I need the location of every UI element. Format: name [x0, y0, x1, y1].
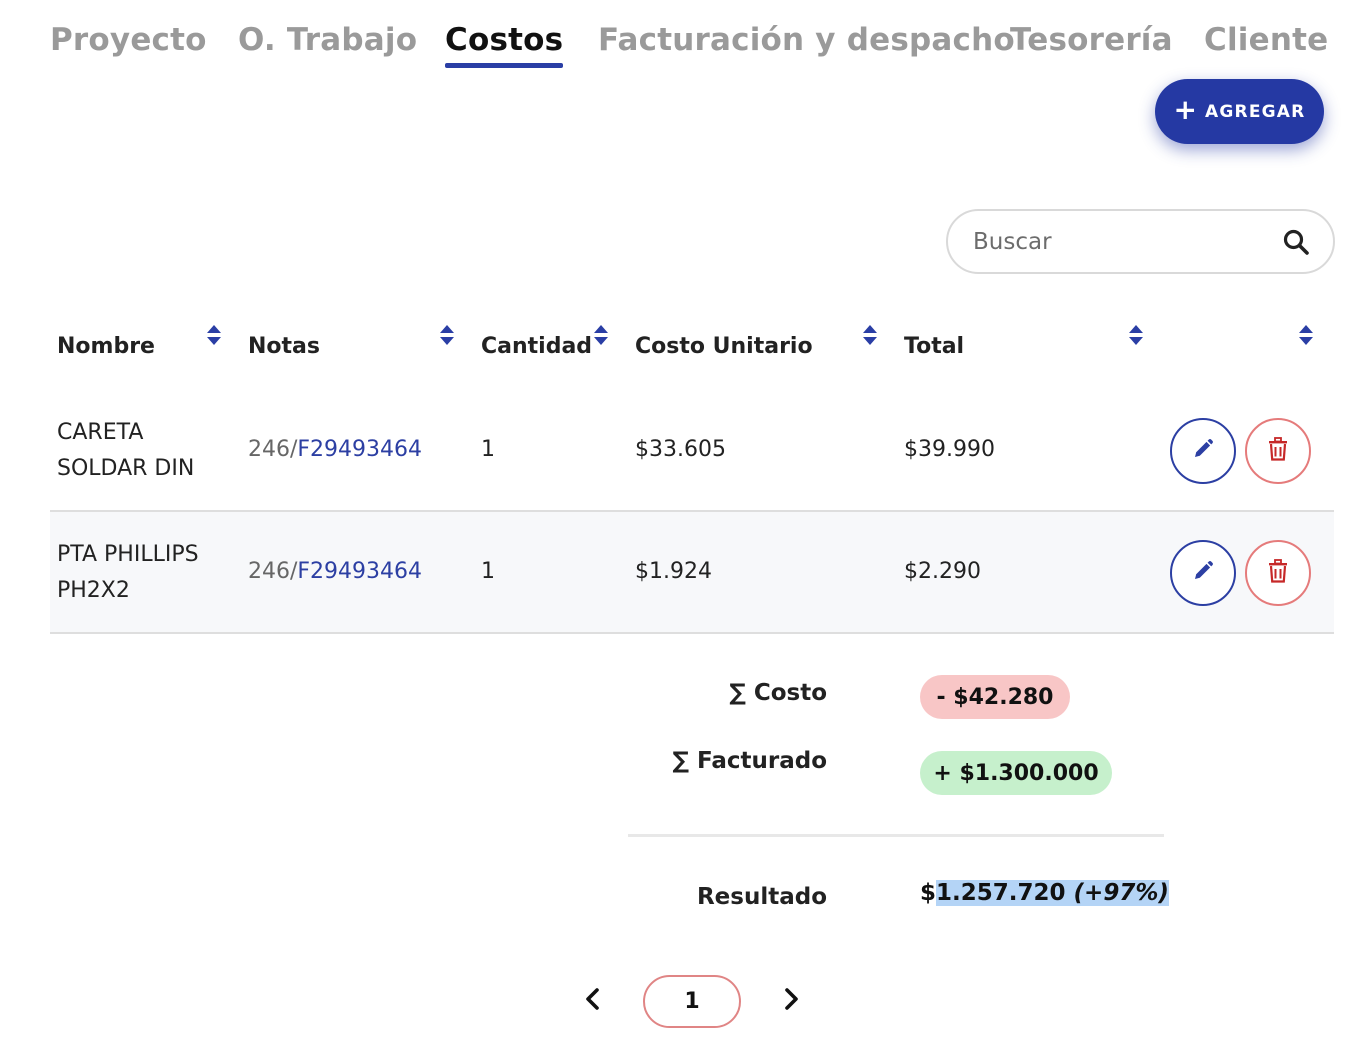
result-currency: $	[920, 880, 937, 906]
cell-total: $39.990	[904, 437, 995, 462]
sort-actions-icon[interactable]	[1298, 325, 1314, 349]
notes-prefix: 246/	[248, 437, 298, 462]
pencil-icon	[1191, 559, 1215, 587]
cell-costo-unitario: $33.605	[635, 437, 726, 462]
edit-button[interactable]	[1170, 418, 1236, 484]
notes-invoice-link[interactable]: F29493464	[297, 437, 422, 462]
pagination-page-button[interactable]: 1	[643, 975, 741, 1028]
column-header-cantidad: Cantidad	[481, 334, 593, 359]
cell-notas: 246/F29493464	[248, 437, 422, 462]
edit-button[interactable]	[1170, 540, 1236, 606]
result-selected-text: 1.257.720 (+97%)	[936, 880, 1169, 906]
sort-total-icon[interactable]	[1128, 325, 1144, 349]
tab-tesoreria[interactable]: Tesorería	[1010, 22, 1173, 58]
cell-nombre: PTA PHILLIPS PH2X2	[57, 542, 199, 603]
cell-nombre: CARETA SOLDAR DIN	[57, 420, 195, 481]
summary-cost-value: - $42.280	[920, 675, 1070, 719]
search-box	[946, 209, 1335, 274]
pagination-next-button[interactable]	[776, 986, 806, 1016]
table-header: Nombre Notas Cantidad Costo Unitario Tot…	[50, 320, 1334, 380]
summary-cost-label: ∑ Costo	[729, 680, 827, 706]
add-button[interactable]: + AGREGAR	[1155, 79, 1324, 144]
add-button-label: AGREGAR	[1205, 101, 1306, 122]
summary-billed-value: + $1.300.000	[920, 751, 1112, 795]
delete-button[interactable]	[1245, 540, 1311, 606]
chevron-right-icon	[781, 987, 801, 1015]
tab-costos[interactable]: Costos	[445, 22, 564, 68]
summary-result-value: $1.257.720 (+97%)	[920, 880, 1169, 906]
column-header-nombre: Nombre	[57, 334, 155, 359]
table-row: CARETA SOLDAR DIN 246/F29493464 1 $33.60…	[50, 390, 1334, 512]
tab-orden-trabajo[interactable]: O. Trabajo	[238, 22, 417, 58]
pagination-prev-button[interactable]	[578, 986, 608, 1016]
tab-facturacion-despacho[interactable]: Facturación y despacho	[598, 22, 1015, 58]
search-icon[interactable]	[1281, 227, 1311, 257]
summary-divider	[628, 834, 1164, 837]
delete-button[interactable]	[1245, 418, 1311, 484]
notes-prefix: 246/	[248, 559, 298, 584]
column-header-costo-unitario: Costo Unitario	[635, 334, 813, 359]
sort-nombre-icon[interactable]	[206, 325, 222, 349]
plus-icon: +	[1173, 93, 1198, 126]
summary-billed-label: ∑ Facturado	[672, 748, 827, 774]
chevron-left-icon	[583, 987, 603, 1015]
trash-icon	[1267, 437, 1289, 465]
cell-total: $2.290	[904, 559, 981, 584]
search-input[interactable]	[973, 228, 1281, 255]
sort-costo-unitario-icon[interactable]	[862, 325, 878, 349]
result-amount: 1.257.720	[936, 880, 1066, 906]
table-row: PTA PHILLIPS PH2X2 246/F29493464 1 $1.92…	[50, 512, 1334, 634]
cell-cantidad: 1	[481, 559, 495, 584]
cell-costo-unitario: $1.924	[635, 559, 712, 584]
sort-notas-icon[interactable]	[439, 325, 455, 349]
cell-cantidad: 1	[481, 437, 495, 462]
summary-result-label: Resultado	[696, 884, 827, 910]
cell-notas: 246/F29493464	[248, 559, 422, 584]
column-header-total: Total	[904, 334, 965, 359]
trash-icon	[1267, 559, 1289, 587]
result-percent: (+97%)	[1073, 880, 1169, 906]
column-header-notas: Notas	[248, 334, 320, 359]
notes-invoice-link[interactable]: F29493464	[297, 559, 422, 584]
tab-cliente[interactable]: Cliente	[1204, 22, 1328, 58]
pencil-icon	[1191, 437, 1215, 465]
sort-cantidad-icon[interactable]	[593, 325, 609, 349]
tab-proyecto[interactable]: Proyecto	[50, 22, 207, 58]
